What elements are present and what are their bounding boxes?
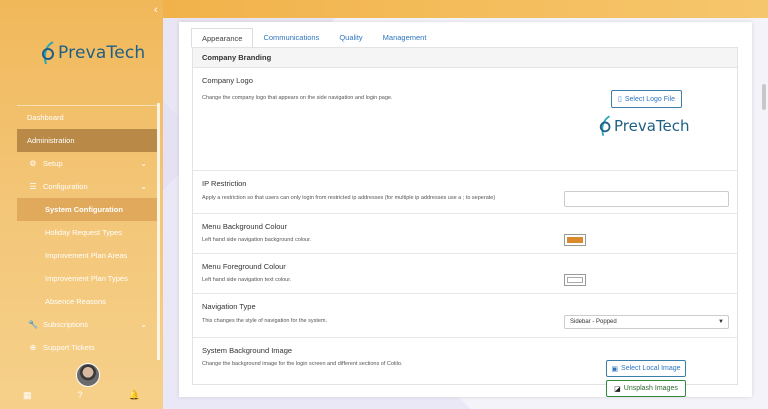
bell-icon[interactable]: 🔔 — [129, 390, 140, 404]
chevron-down-icon: ⌄ — [140, 320, 147, 329]
sidebar-footer: ▦ ? 🔔 — [0, 390, 163, 404]
system-background-image-row: System Background Image Change the backg… — [193, 338, 737, 404]
button-label: Select Local Image — [621, 365, 681, 372]
sidebar-logo: PrevaTech — [40, 38, 145, 68]
row-title: System Background Image — [202, 346, 293, 355]
collapse-chevron-icon[interactable]: ‹ — [154, 4, 158, 16]
navigation-type-row: Navigation Type This changes the style o… — [193, 294, 737, 338]
select-logo-file-button[interactable]: ▯ Select Logo File — [611, 90, 682, 108]
settings-panel: Appearance Communications Quality Manage… — [179, 22, 752, 397]
sidebar-nav: Dashboard Administration ⚙ Setup ⌄ ☰ Con… — [17, 105, 157, 359]
sidebar-item-improvement-plan-types[interactable]: Improvement Plan Types — [17, 267, 157, 290]
row-description: This changes the style of navigation for… — [202, 318, 328, 324]
prevatech-logo-icon — [42, 41, 54, 65]
sidebar-item-label: Subscriptions — [43, 320, 89, 329]
sidebar-item-absence-reasons[interactable]: Absence Reasons — [17, 290, 157, 313]
colour-swatch — [567, 237, 583, 243]
unsplash-images-button[interactable]: ◪ Unsplash Images — [606, 380, 686, 397]
colour-swatch — [567, 277, 583, 283]
tab-quality[interactable]: Quality — [329, 28, 372, 48]
chevron-down-icon: ⌄ — [140, 182, 147, 191]
sidebar-item-configuration[interactable]: ☰ Configuration ⌄ — [17, 175, 157, 198]
menu-background-colour-row: Menu Background Colour Left hand side na… — [193, 214, 737, 254]
button-label: Unsplash Images — [623, 385, 678, 392]
plus-circle-icon: ⊕ — [29, 343, 37, 352]
sidebar-item-label: Setup — [43, 159, 63, 168]
sidebar-item-label: Holiday Request Types — [45, 228, 122, 237]
select-local-image-button[interactable]: ▣ Select Local Image — [606, 360, 686, 377]
gear-icon: ⚙ — [29, 159, 37, 168]
menu-foreground-colour-row: Menu Foreground Colour Left hand side na… — [193, 254, 737, 294]
sidebar-item-label: Configuration — [43, 182, 88, 191]
sidebar-item-label: System Configuration — [45, 205, 123, 214]
sidebar-item-improvement-plan-areas[interactable]: Improvement Plan Areas — [17, 244, 157, 267]
chevron-down-icon: ⌄ — [140, 159, 147, 168]
ip-restriction-row: IP Restriction Apply a restriction so th… — [193, 171, 737, 214]
avatar[interactable] — [76, 363, 100, 387]
company-logo-row: Company Logo Change the company logo tha… — [193, 68, 737, 171]
sidebar-item-label: Dashboard — [27, 113, 64, 122]
row-description: Change the company logo that appears on … — [202, 95, 393, 101]
row-description: Change the background image for the logi… — [202, 361, 403, 367]
sidebar-item-dashboard[interactable]: Dashboard — [17, 106, 157, 129]
tab-appearance[interactable]: Appearance — [191, 28, 254, 48]
sidebar-item-subscriptions[interactable]: 🔧 Subscriptions ⌄ — [17, 313, 157, 336]
button-label: Select Logo File — [624, 95, 676, 103]
image-icon: ▣ — [611, 365, 619, 373]
grid-icon[interactable]: ▦ — [23, 390, 32, 404]
sidebar-item-label: Administration — [27, 136, 75, 145]
sidebar-item-administration[interactable]: Administration — [17, 129, 157, 152]
tab-content: Company Branding Company Logo Change the… — [192, 47, 738, 397]
file-icon: ▯ — [617, 96, 622, 103]
menu-background-colour-picker[interactable] — [564, 234, 586, 246]
wrench-icon: 🔧 — [28, 320, 38, 329]
row-description: Apply a restriction so that users can on… — [202, 195, 496, 201]
tab-management[interactable]: Management — [373, 28, 437, 48]
row-title: Menu Foreground Colour — [202, 262, 286, 271]
help-icon[interactable]: ? — [78, 390, 83, 404]
row-description: Left hand side navigation background col… — [202, 237, 312, 243]
select-value: Sidebar - Popped — [570, 319, 617, 325]
row-description: Left hand side navigation text colour. — [202, 277, 292, 283]
sidebar-scrollbar[interactable] — [157, 103, 160, 360]
sidebar-item-label: Support Tickets — [43, 343, 95, 352]
unsplash-icon: ◪ — [614, 385, 621, 393]
sidebar-item-label: Improvement Plan Types — [45, 274, 128, 283]
navigation-type-select[interactable]: Sidebar - Popped ▼ — [564, 315, 729, 329]
row-title: Company Logo — [202, 76, 253, 85]
sidebar: ‹ PrevaTech Dashboard Administration ⚙ S… — [0, 0, 163, 409]
sidebar-item-setup[interactable]: ⚙ Setup ⌄ — [17, 152, 157, 175]
menu-foreground-colour-picker[interactable] — [564, 274, 586, 286]
row-title: Menu Background Colour — [202, 222, 288, 231]
sidebar-item-label: Improvement Plan Areas — [45, 251, 128, 260]
row-title: IP Restriction — [202, 179, 247, 188]
sidebar-item-system-configuration[interactable]: System Configuration — [17, 198, 157, 221]
tab-bar: Appearance Communications Quality Manage… — [191, 28, 436, 48]
section-title: Company Branding — [193, 48, 737, 68]
brand-name: PrevaTech — [58, 43, 146, 63]
page-scrollbar[interactable] — [762, 84, 766, 110]
prevatech-logo-icon — [599, 115, 611, 137]
list-icon: ☰ — [29, 182, 37, 191]
logo-preview-text: PrevaTech — [614, 117, 690, 135]
ip-restriction-input[interactable] — [564, 191, 729, 207]
tab-communications[interactable]: Communications — [253, 28, 329, 48]
sidebar-item-support-tickets[interactable]: ⊕ Support Tickets — [17, 336, 157, 359]
company-logo-preview: PrevaTech — [598, 114, 690, 138]
sidebar-item-label: Absence Reasons — [45, 297, 106, 306]
row-title: Navigation Type — [202, 302, 256, 311]
top-bar — [162, 0, 768, 18]
caret-down-icon: ▼ — [718, 319, 724, 325]
sidebar-item-holiday-request-types[interactable]: Holiday Request Types — [17, 221, 157, 244]
